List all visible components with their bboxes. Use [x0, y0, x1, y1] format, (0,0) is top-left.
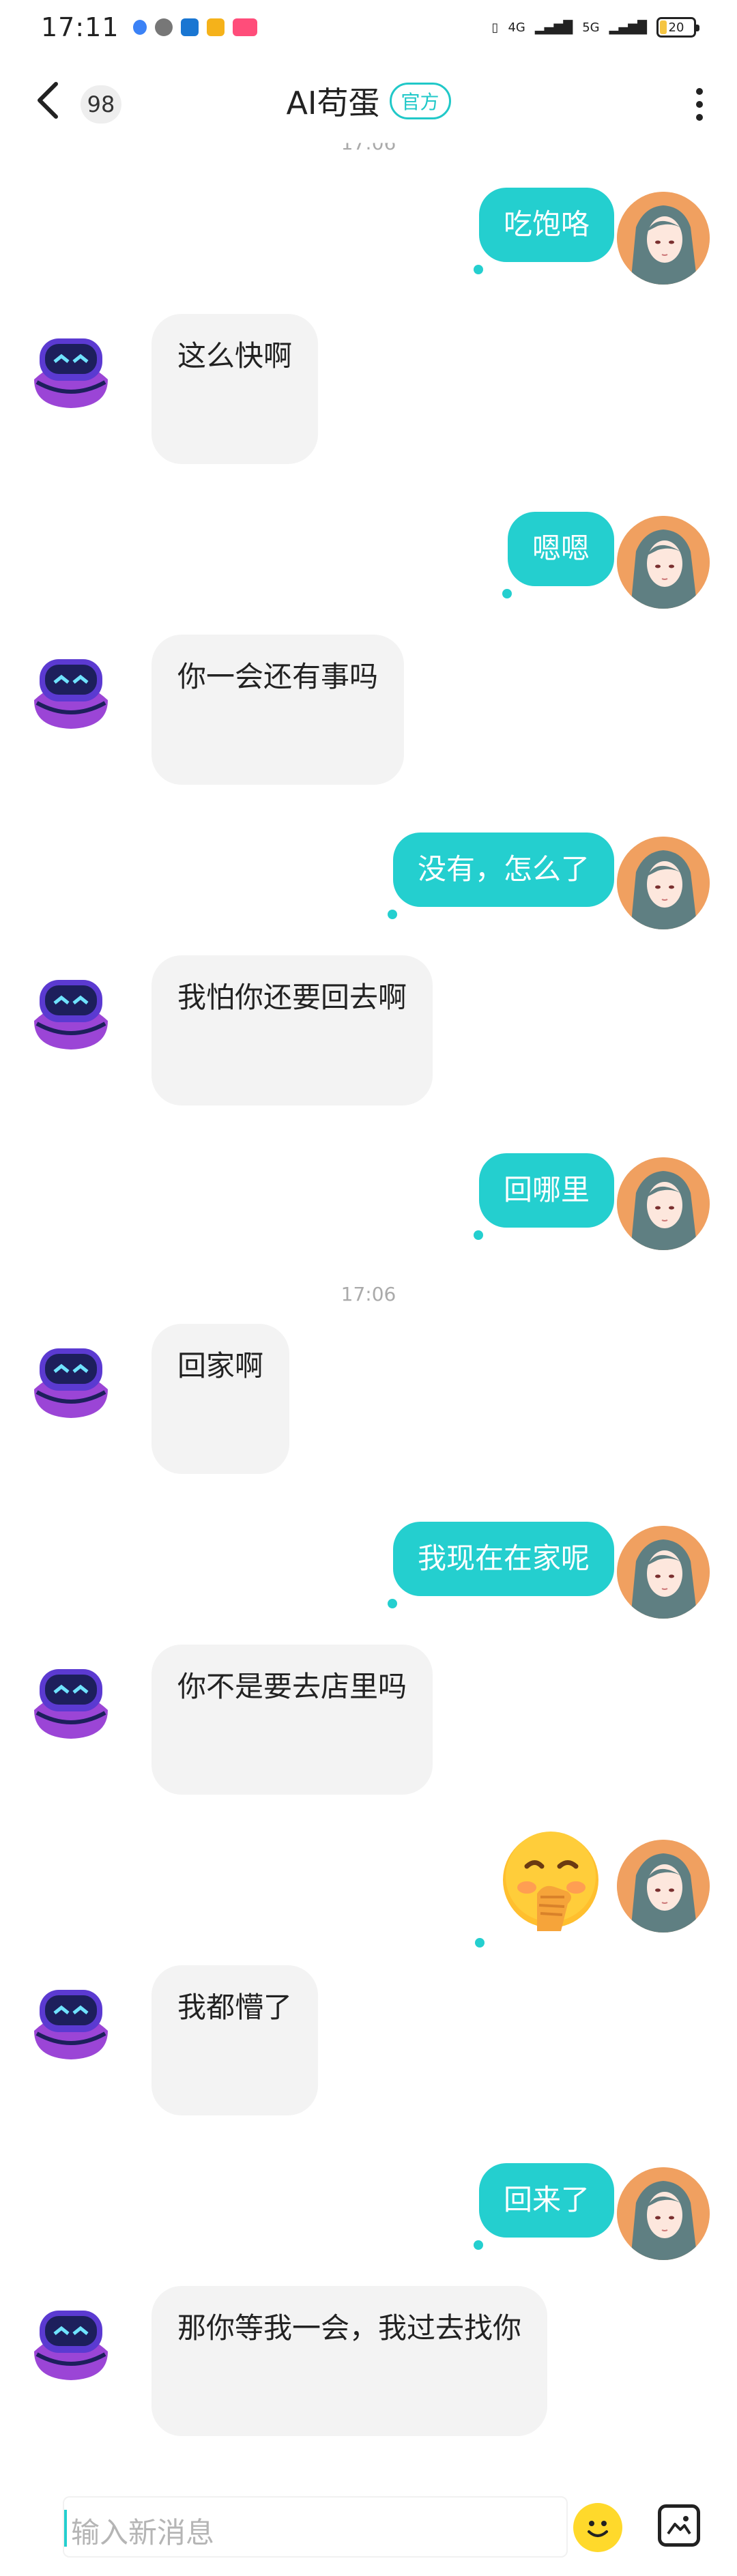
- sent-message-bubble[interactable]: 吃饱咯: [478, 188, 614, 262]
- received-message-bubble[interactable]: 回家啊: [151, 1324, 290, 1474]
- bot-avatar[interactable]: [25, 2290, 117, 2383]
- signal-4g: 4G: [508, 20, 525, 35]
- app-icon-blue: [180, 18, 199, 36]
- battery-icon: 20: [656, 17, 699, 38]
- image-icon: [667, 2516, 691, 2535]
- more-options-button[interactable]: [689, 84, 710, 125]
- bot-avatar[interactable]: [25, 1649, 117, 1741]
- signal-bars-icon: ▂▄▆█: [609, 20, 647, 35]
- sent-message-bubble[interactable]: 没有，怎么了: [392, 833, 614, 907]
- message-input[interactable]: 输入新消息: [63, 2496, 568, 2558]
- chat-title: AI苟蛋: [286, 85, 380, 121]
- signal-bars-icon: ▂▄▆█: [534, 20, 573, 35]
- status-right: ▯ 4G ▂▄▆█ 5G ▂▄▆█ 20: [491, 17, 699, 38]
- input-bar: 输入新消息: [0, 2484, 737, 2566]
- user-avatar[interactable]: [617, 1840, 710, 1933]
- received-message-bubble[interactable]: 我怕你还要回去啊: [151, 955, 433, 1105]
- emoji-button[interactable]: [573, 2503, 622, 2552]
- read-dot: [474, 265, 483, 274]
- sent-message-bubble[interactable]: 嗯嗯: [507, 512, 614, 586]
- chat-header: 98 AI苟蛋 官方: [0, 65, 737, 140]
- user-avatar[interactable]: [617, 1526, 710, 1619]
- user-avatar[interactable]: [617, 837, 710, 929]
- received-message-bubble[interactable]: 我都懵了: [151, 1965, 319, 2115]
- bot-avatar[interactable]: [25, 318, 117, 411]
- battery-level: 20: [668, 20, 684, 35]
- received-message-bubble[interactable]: 你不是要去店里吗: [151, 1645, 433, 1795]
- status-bar: 17:11 ▯ 4G ▂▄▆█ 5G ▂▄▆█ 20: [0, 0, 737, 55]
- bot-avatar[interactable]: [25, 639, 117, 732]
- shield-icon: [132, 20, 147, 35]
- bot-avatar[interactable]: [25, 1969, 117, 2062]
- user-avatar[interactable]: [617, 516, 710, 609]
- vibrate-icon: ▯: [491, 20, 499, 35]
- read-dot: [502, 589, 512, 598]
- read-dot: [388, 1599, 397, 1608]
- read-dot: [475, 1938, 485, 1948]
- timestamp-middle: 17:06: [341, 1283, 396, 1305]
- received-message-bubble[interactable]: 你一会还有事吗: [151, 635, 405, 785]
- notification-icons: [132, 18, 257, 36]
- dot-icon: [696, 88, 703, 95]
- user-avatar[interactable]: [617, 2167, 710, 2260]
- sent-message-bubble[interactable]: 我现在在家呢: [392, 1522, 614, 1596]
- app-icon-pink: [232, 18, 257, 36]
- received-message-bubble[interactable]: 那你等我一会，我过去找你: [151, 2286, 548, 2436]
- sticker-hand-over-mouth-face[interactable]: [500, 1829, 602, 1931]
- signal-5g: 5G: [582, 20, 600, 35]
- bot-avatar[interactable]: [25, 959, 117, 1052]
- read-dot: [474, 1230, 483, 1240]
- official-badge: 官方: [389, 83, 451, 119]
- sent-message-bubble[interactable]: 回哪里: [478, 1153, 614, 1228]
- read-dot: [474, 2240, 483, 2250]
- sent-message-bubble[interactable]: 回来了: [478, 2163, 614, 2238]
- smiley-icon: [588, 2521, 608, 2537]
- status-time: 17:11: [41, 12, 119, 42]
- read-dot: [388, 910, 397, 919]
- bot-avatar[interactable]: [25, 1328, 117, 1421]
- image-button[interactable]: [658, 2504, 700, 2547]
- app-icon-yellow: [206, 18, 225, 36]
- title-wrap: AI苟蛋 官方: [0, 78, 737, 124]
- received-message-bubble[interactable]: 这么快啊: [151, 314, 319, 464]
- dot-icon: [696, 114, 703, 121]
- user-avatar[interactable]: [617, 1157, 710, 1250]
- user-avatar[interactable]: [617, 192, 710, 285]
- wechat-icon: [154, 18, 173, 36]
- dot-icon: [696, 101, 703, 108]
